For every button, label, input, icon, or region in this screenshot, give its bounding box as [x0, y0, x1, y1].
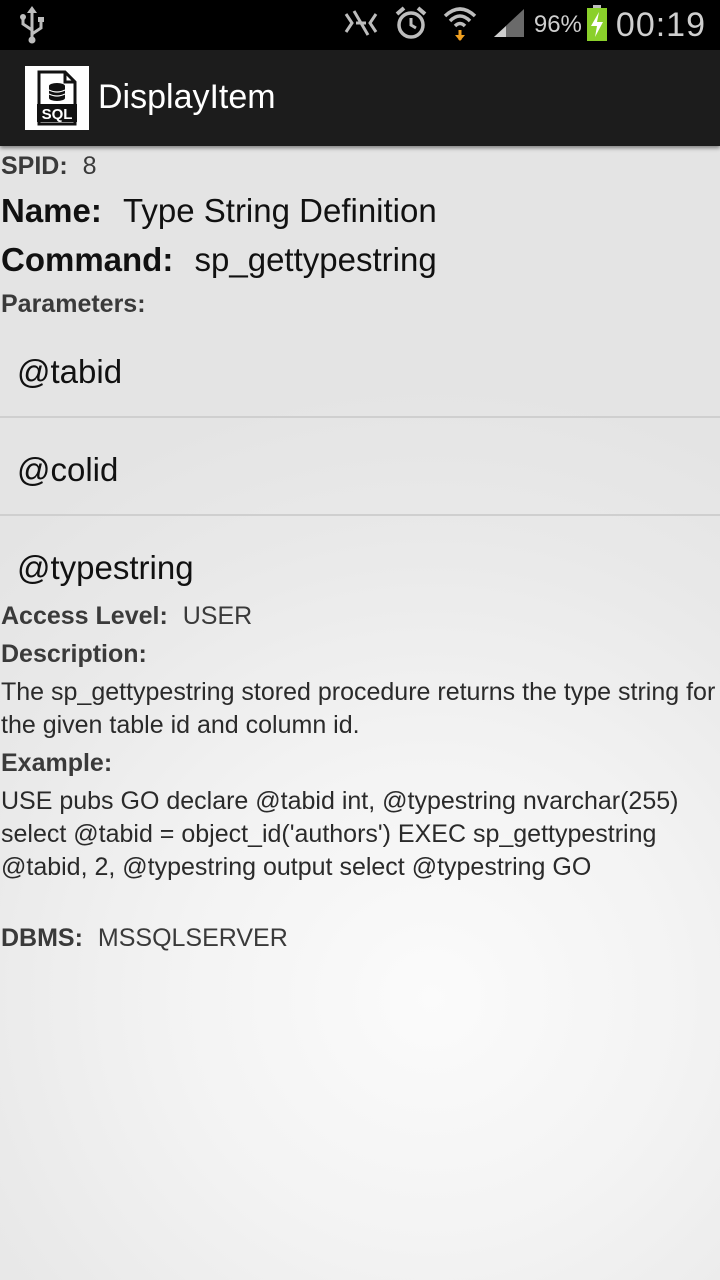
app-icon[interactable]: SQL	[25, 66, 89, 130]
dbms-value: MSSQLSERVER	[97, 924, 288, 952]
spid-row: SPID: 8	[1, 152, 97, 181]
action-bar: SQL DisplayItem	[0, 50, 720, 146]
app-title: DisplayItem	[98, 78, 276, 116]
divider	[0, 416, 720, 418]
parameters-label: Parameters:	[1, 290, 146, 318]
dbms-label: DBMS:	[1, 924, 83, 952]
description-row: Description:	[1, 640, 147, 669]
svg-text:SQL: SQL	[42, 106, 73, 123]
access-level-row: Access Level: USER	[1, 602, 252, 631]
description-text: The sp_gettypestring stored procedure re…	[1, 678, 716, 739]
list-item[interactable]: @colid	[0, 419, 720, 517]
status-bar: 96% 00:19	[0, 0, 720, 50]
no-signal-icon	[342, 8, 380, 43]
battery-charging-icon	[586, 4, 608, 47]
sql-file-icon: SQL	[37, 70, 77, 126]
usb-icon	[16, 6, 48, 49]
battery-level: 96%	[533, 11, 582, 38]
cell-signal-icon	[492, 7, 526, 44]
alarm-icon	[394, 5, 428, 46]
name-label: Name:	[1, 192, 102, 229]
example-text: USE pubs GO declare @tabid int, @typestr…	[1, 787, 679, 881]
access-level-value: USER	[182, 602, 253, 630]
parameters-row: Parameters:	[1, 290, 146, 319]
spid-label: SPID:	[1, 152, 68, 180]
example-row: Example:	[1, 749, 112, 778]
divider	[0, 514, 720, 516]
parameter-name: @typestring	[17, 549, 194, 586]
parameter-name: @tabid	[17, 353, 123, 390]
parameter-name: @colid	[17, 451, 119, 488]
spid-value: 8	[82, 152, 97, 180]
command-row: Command: sp_gettypestring	[1, 241, 437, 279]
description-label: Description:	[1, 640, 147, 668]
list-item[interactable]: @tabid	[0, 321, 720, 419]
name-row: Name: Type String Definition	[1, 192, 437, 230]
command-label: Command:	[1, 241, 174, 278]
list-item[interactable]: @typestring	[0, 517, 720, 615]
example-label: Example:	[1, 749, 113, 777]
access-level-label: Access Level:	[1, 602, 168, 630]
wifi-icon	[442, 4, 478, 47]
name-value: Type String Definition	[123, 192, 437, 229]
clock: 00:19	[615, 5, 706, 44]
command-value: sp_gettypestring	[194, 241, 437, 278]
dbms-row: DBMS: MSSQLSERVER	[1, 924, 288, 953]
